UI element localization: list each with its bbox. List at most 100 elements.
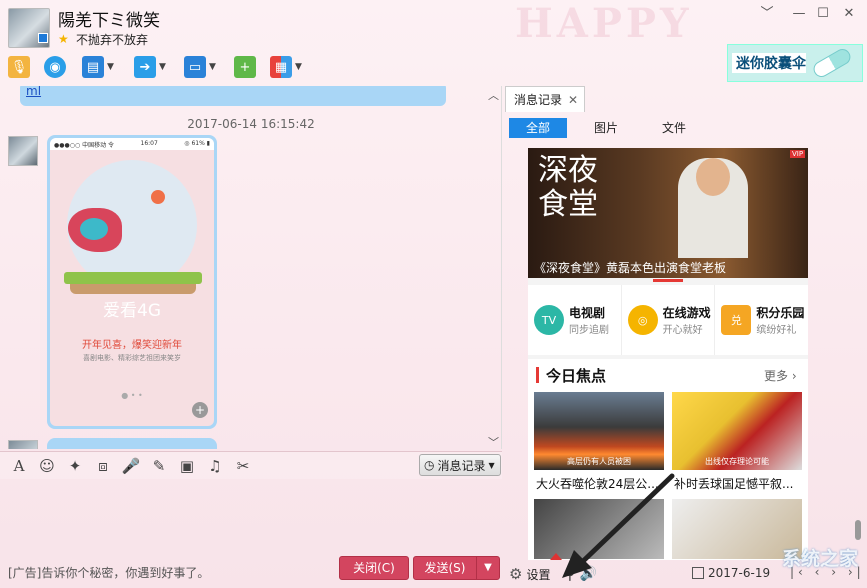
folder-icon: ➔ — [134, 56, 156, 78]
filter-images[interactable]: 图片 — [577, 118, 635, 138]
image-message-bubble[interactable]: ●●●○○ 中国移动 令 16:07 ◎ 61% ▮ 爱看4G 开年见喜，爆笑迎… — [47, 135, 217, 429]
vip-badge: VIP — [790, 150, 806, 158]
footer-ad-text[interactable]: [广告]告诉你个秘密，你遇到好事了。 — [8, 564, 209, 581]
clock-icon: ◷ — [424, 458, 435, 472]
exchange-icon: 兑 — [721, 305, 752, 335]
more-link-label: 更多 — [764, 369, 789, 383]
minimize-button[interactable]: — — [790, 6, 808, 22]
tv-icon: TV — [534, 305, 564, 335]
microphone-icon: 🎙 — [8, 56, 30, 78]
phone-time: 16:07 — [140, 140, 158, 147]
category-subtitle: 同步追剧 — [569, 325, 609, 336]
promo-title: 开年见喜，爆笑迎新年 — [82, 340, 182, 351]
category-tv[interactable]: TV 电视剧同步追剧 — [528, 285, 622, 355]
contact-signature: 不抛弃不放弃 — [76, 33, 149, 47]
promo-subtitle: 喜剧电影、精彩综艺祖团来笑岁 — [83, 354, 181, 362]
apps-grid-icon: ▦ — [270, 56, 292, 78]
annotation-arrow — [562, 473, 675, 578]
message-history-button[interactable]: ◷ 消息记录 ▼ — [419, 454, 501, 476]
category-points[interactable]: 兑 积分乐园 缤纷好礼 — [715, 285, 808, 355]
remote-icon: ▭ — [184, 56, 206, 78]
sun-icon — [151, 190, 165, 204]
font-icon[interactable]: A — [8, 457, 30, 475]
video-call-button[interactable]: ◉ — [44, 54, 66, 80]
chevron-down-icon[interactable]: ▼ — [295, 62, 302, 72]
chat-add-icon: + — [234, 56, 256, 78]
section-title: 今日焦点 — [546, 367, 607, 385]
target-icon: ◎ — [627, 305, 658, 335]
history-button-label: 消息记录 — [437, 458, 486, 473]
section-accent-bar — [536, 367, 539, 383]
camera-icon: ◉ — [44, 56, 66, 78]
contact-name[interactable]: 陽羌下ミ微笑 — [58, 6, 160, 31]
send-button[interactable]: 发送(S) — [413, 556, 477, 580]
close-window-button[interactable]: ✕ — [840, 6, 858, 22]
tab-message-history[interactable]: 消息记录 ✕ — [505, 86, 585, 112]
music-icon[interactable]: ♫ — [204, 457, 226, 475]
voice-call-button[interactable]: 🎙 — [8, 54, 30, 80]
carousel-dots: ● • • — [121, 391, 143, 400]
category-games[interactable]: ◎ 在线游戏开心就好 — [622, 285, 716, 355]
image-message-bubble[interactable] — [47, 438, 217, 449]
tab-label: 消息记录 — [514, 93, 563, 107]
banner-person-head — [696, 158, 730, 196]
category-title: 在线游戏 — [662, 306, 711, 320]
vibrate-icon[interactable]: ⧈ — [92, 457, 114, 475]
magic-wand-icon[interactable]: ✦ — [64, 457, 86, 475]
message-timestamp: 2017-06-14 16:15:42 — [187, 117, 315, 131]
chevron-down-icon[interactable]: ▼ — [159, 62, 166, 72]
emoji-icon[interactable]: ☺ — [36, 457, 58, 475]
umbrella-icon — [810, 46, 854, 80]
chevron-down-icon[interactable]: ▼ — [107, 62, 114, 72]
banner-caption: 《深夜食堂》黄磊本色出演食堂老板 — [534, 261, 727, 275]
more-link[interactable]: 更多 › — [764, 367, 797, 384]
close-tab-icon[interactable]: ✕ — [568, 93, 578, 107]
online-status-icon — [38, 33, 48, 43]
chevron-right-icon: › — [791, 369, 797, 383]
carrier-text: ●●●○○ 中国移动 令 — [54, 142, 114, 149]
news-tag: 高层仍有人员被困 — [567, 457, 631, 466]
watermark: 系统之家 — [781, 548, 858, 570]
filter-all[interactable]: 全部 — [509, 118, 567, 138]
category-title: 电视剧 — [569, 306, 606, 320]
featured-banner[interactable]: 深夜食堂 VIP 《深夜食堂》黄磊本色出演食堂老板 — [528, 148, 808, 278]
sender-avatar[interactable] — [8, 440, 38, 449]
invite-button[interactable]: + — [234, 54, 256, 80]
remote-desktop-button[interactable]: ▭ ▼ — [184, 54, 216, 80]
message-input[interactable] — [0, 479, 502, 554]
category-subtitle: 开心就好 — [662, 325, 703, 336]
send-options-button[interactable]: ▼ — [476, 556, 500, 580]
apps-button[interactable]: ▦ ▼ — [270, 54, 302, 80]
phone-status-bar: ●●●○○ 中国移动 令 16:07 ◎ 61% ▮ — [50, 138, 214, 150]
screen-share-button[interactable]: ▤ ▼ — [82, 54, 114, 80]
chat-history[interactable]: ml 2017-06-14 16:15:42 ●●●○○ 中国移动 令 16:0… — [0, 86, 502, 449]
image-icon[interactable]: ▣ — [176, 457, 198, 475]
settings-label[interactable]: 设置 — [526, 566, 550, 583]
skin-icon[interactable]: ﹀ — [758, 6, 776, 22]
zoom-in-icon[interactable]: + — [192, 402, 208, 418]
category-row: TV 电视剧同步追剧 ◎ 在线游戏开心就好 兑 积分乐园 缤纷好礼 — [528, 285, 808, 355]
bird-wing — [80, 218, 108, 240]
scissors-icon[interactable]: ✂ — [232, 457, 254, 475]
maximize-button[interactable]: ☐ — [814, 6, 832, 22]
close-button[interactable]: 关闭(C) — [339, 556, 409, 580]
news-title[interactable]: 补时丢球国足憾平叙... — [674, 475, 793, 492]
sender-avatar[interactable] — [8, 136, 38, 166]
category-subtitle: 缤纷好礼 — [756, 325, 797, 336]
chevron-up-icon[interactable]: ︿ — [488, 87, 499, 103]
chevron-down-icon[interactable]: ﹀ — [488, 434, 499, 450]
chevron-down-icon[interactable]: ▼ — [209, 62, 216, 72]
filter-files[interactable]: 文件 — [645, 118, 703, 138]
monitor-icon: ▤ — [82, 56, 104, 78]
battery-text: ◎ 61% ▮ — [184, 140, 210, 147]
message-link[interactable]: ml — [26, 86, 41, 98]
background-decoration-text: HAPPY — [515, 0, 693, 47]
star-icon: ★ — [58, 32, 69, 46]
file-transfer-button[interactable]: ➔ ▼ — [134, 54, 166, 80]
edit-icon[interactable]: ✎ — [148, 457, 170, 475]
gear-icon[interactable]: ⚙ — [509, 565, 522, 583]
voice-message-icon[interactable]: 🎤 — [120, 457, 142, 475]
header-ad-banner[interactable]: 迷你胶囊伞 — [727, 44, 863, 82]
chevron-down-icon: ▼ — [488, 460, 495, 470]
screenshot-image[interactable]: ●●●○○ 中国移动 令 16:07 ◎ 61% ▮ 爱看4G 开年见喜，爆笑迎… — [50, 138, 214, 426]
